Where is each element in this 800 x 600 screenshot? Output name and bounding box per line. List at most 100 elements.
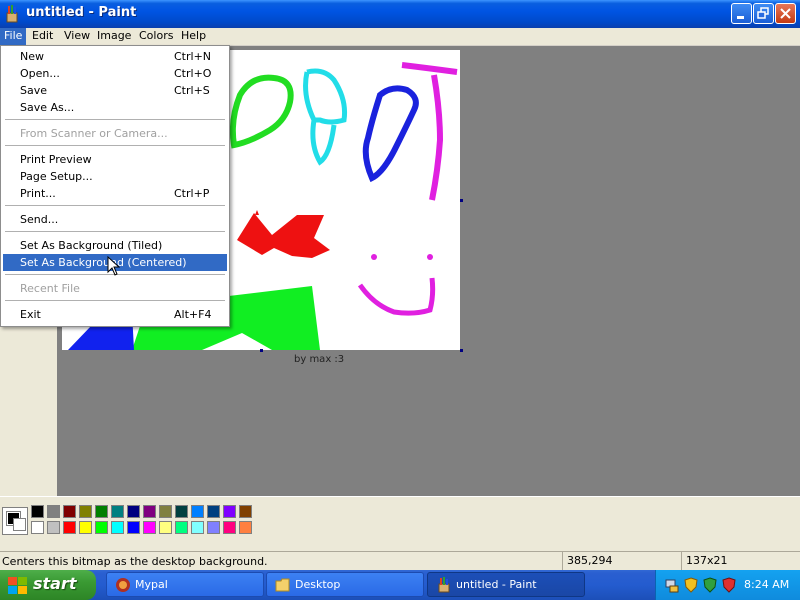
network-icon[interactable] xyxy=(664,577,680,593)
palette-swatch[interactable] xyxy=(207,521,220,534)
menu-item-label: From Scanner or Camera... xyxy=(20,127,168,140)
menu-item-send[interactable]: Send... xyxy=(3,211,227,228)
palette-swatch[interactable] xyxy=(239,505,252,518)
palette-swatch[interactable] xyxy=(127,505,140,518)
palette-swatch[interactable] xyxy=(63,521,76,534)
menu-bar: File Edit View Image Colors Help xyxy=(0,28,800,46)
menu-item-new[interactable]: New Ctrl+N xyxy=(3,48,227,65)
palette-swatch[interactable] xyxy=(159,521,172,534)
palette-swatch[interactable] xyxy=(111,505,124,518)
palette-swatch[interactable] xyxy=(191,521,204,534)
menu-separator xyxy=(5,145,225,146)
palette-swatch[interactable] xyxy=(31,505,44,518)
palette-swatch[interactable] xyxy=(143,505,156,518)
menu-item-from-scanner: From Scanner or Camera... xyxy=(3,125,227,142)
restore-button[interactable] xyxy=(753,3,774,24)
palette-swatch[interactable] xyxy=(223,521,236,534)
menu-item-set-background-tiled[interactable]: Set As Background (Tiled) xyxy=(3,237,227,254)
menu-image[interactable]: Image xyxy=(93,28,135,45)
palette-swatch[interactable] xyxy=(175,505,188,518)
start-button[interactable]: start xyxy=(0,570,96,600)
menu-file[interactable]: File xyxy=(0,28,27,45)
folder-icon xyxy=(275,578,290,592)
menu-item-recent-file: Recent File xyxy=(3,280,227,297)
taskbar-button-mypal[interactable]: Mypal xyxy=(106,572,264,597)
menu-item-label: Save xyxy=(20,84,48,97)
background-color xyxy=(13,518,26,531)
antivirus-icon[interactable] xyxy=(721,577,737,593)
palette-swatch[interactable] xyxy=(47,505,60,518)
minimize-button[interactable] xyxy=(731,3,752,24)
palette-swatch[interactable] xyxy=(239,521,252,534)
task-label: Desktop xyxy=(295,578,341,591)
menu-item-shortcut: Alt+F4 xyxy=(174,308,212,321)
status-bar: Centers this bitmap as the desktop backg… xyxy=(0,551,800,571)
menu-item-label: Open... xyxy=(20,67,60,80)
menu-item-save-as[interactable]: Save As... xyxy=(3,99,227,116)
title-bar[interactable]: untitled - Paint xyxy=(0,0,800,28)
security-shield-icon[interactable] xyxy=(683,577,699,593)
menu-view[interactable]: View xyxy=(60,28,94,45)
menu-item-label: Print... xyxy=(20,187,56,200)
menu-item-save[interactable]: Save Ctrl+S xyxy=(3,82,227,99)
palette-swatch[interactable] xyxy=(207,505,220,518)
file-menu-dropdown: New Ctrl+N Open... Ctrl+O Save Ctrl+S Sa… xyxy=(0,45,230,327)
palette-swatch[interactable] xyxy=(47,521,60,534)
menu-item-label: Send... xyxy=(20,213,59,226)
menu-item-print[interactable]: Print... Ctrl+P xyxy=(3,185,227,202)
start-label: start xyxy=(33,574,77,593)
restore-icon xyxy=(757,7,769,19)
green-shape xyxy=(229,74,294,149)
menu-separator xyxy=(5,205,225,206)
menu-item-label: Set As Background (Centered) xyxy=(20,256,187,269)
menu-item-shortcut: Ctrl+O xyxy=(174,67,212,80)
close-icon xyxy=(780,8,791,19)
palette-swatch[interactable] xyxy=(143,521,156,534)
smiley-eye-left xyxy=(371,254,377,260)
update-icon[interactable] xyxy=(702,577,718,593)
palette-swatch[interactable] xyxy=(95,521,108,534)
menu-item-page-setup[interactable]: Page Setup... xyxy=(3,168,227,185)
menu-help[interactable]: Help xyxy=(177,28,210,45)
menu-edit[interactable]: Edit xyxy=(28,28,57,45)
palette-swatch[interactable] xyxy=(79,505,92,518)
menu-colors[interactable]: Colors xyxy=(135,28,177,45)
menu-item-open[interactable]: Open... Ctrl+O xyxy=(3,65,227,82)
palette-swatch[interactable] xyxy=(79,521,92,534)
palette-swatch[interactable] xyxy=(127,521,140,534)
palette-swatch[interactable] xyxy=(191,505,204,518)
current-colors-indicator[interactable] xyxy=(2,507,28,535)
menu-separator xyxy=(5,231,225,232)
palette-swatch[interactable] xyxy=(63,505,76,518)
menu-item-label: Save As... xyxy=(20,101,75,114)
taskbar: start Mypal Desktop untitled - Paint 8:2… xyxy=(0,570,800,600)
palette-swatch[interactable] xyxy=(175,521,188,534)
canvas-signature-text: by max :3 xyxy=(294,354,345,365)
resize-handle-right[interactable] xyxy=(460,199,463,202)
menu-item-exit[interactable]: Exit Alt+F4 xyxy=(3,306,227,323)
palette-swatch[interactable] xyxy=(95,505,108,518)
close-button[interactable] xyxy=(775,3,796,24)
magenta-line xyxy=(401,62,458,201)
red-tip xyxy=(255,210,259,215)
resize-handle-corner[interactable] xyxy=(460,349,463,352)
system-tray: 8:24 AM xyxy=(655,570,800,600)
taskbar-button-paint[interactable]: untitled - Paint xyxy=(427,572,585,597)
minimize-icon xyxy=(737,16,744,19)
menu-item-label: Print Preview xyxy=(20,153,92,166)
cyan-shape xyxy=(303,68,347,166)
smiley-mouth xyxy=(357,277,436,316)
status-coordinates: 385,294 xyxy=(562,552,685,570)
palette-swatch[interactable] xyxy=(159,505,172,518)
palette-swatch[interactable] xyxy=(31,521,44,534)
menu-item-label: New xyxy=(20,50,44,63)
mypal-icon xyxy=(116,578,130,592)
palette-swatch[interactable] xyxy=(223,505,236,518)
palette-swatch[interactable] xyxy=(111,521,124,534)
taskbar-button-desktop[interactable]: Desktop xyxy=(266,572,424,597)
menu-item-label: Recent File xyxy=(20,282,80,295)
paint-icon xyxy=(438,577,450,593)
resize-handle-bottom[interactable] xyxy=(260,349,263,352)
menu-item-shortcut: Ctrl+S xyxy=(174,84,210,97)
menu-item-print-preview[interactable]: Print Preview xyxy=(3,151,227,168)
